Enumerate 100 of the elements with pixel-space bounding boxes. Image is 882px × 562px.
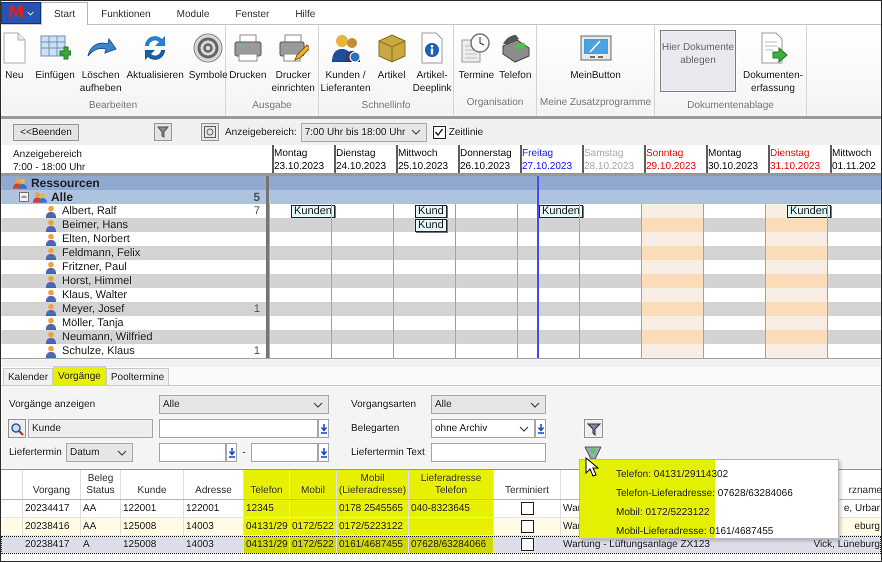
checkbox[interactable] [520, 520, 534, 533]
ribbon-tab[interactable]: Start [41, 2, 88, 25]
ribbon-button[interactable]: Symbole [186, 30, 230, 84]
search-button[interactable] [8, 419, 26, 438]
calendar-cell [641, 316, 703, 330]
group-label: Meine Zusatzprogramme [538, 96, 652, 110]
tool-icon[interactable] [584, 446, 602, 460]
arrow-down-icon [320, 424, 328, 434]
ribbon-button[interactable]: Artikel [374, 30, 410, 84]
column-header[interactable]: Kunde [138, 485, 166, 497]
range-dropdown[interactable]: 7:00 Uhr bis 18:00 Uhr [300, 122, 427, 142]
ribbon-button[interactable]: Neu [1, 30, 32, 84]
ribbon-tab[interactable]: Hilfe [282, 3, 328, 24]
calendar-cell [827, 330, 881, 344]
calendar-cell [827, 176, 881, 190]
types-dropdown[interactable]: Alle [431, 395, 546, 414]
ribbon-tab[interactable]: Funktionen [88, 3, 164, 24]
caret-icon [27, 10, 34, 16]
field-label: Liefertermin [8, 447, 63, 458]
resource-row[interactable]: Horst, Himmel [1, 274, 269, 288]
date-label: 26.10.2023 [460, 160, 512, 173]
weekday-label: Dienstag [336, 147, 376, 160]
tree-label: Alle [51, 190, 74, 204]
input-field[interactable] [159, 419, 318, 438]
date-field[interactable] [251, 443, 318, 462]
timeline-checkbox[interactable] [432, 126, 446, 138]
resource-row[interactable]: Feldmann, Felix [1, 246, 269, 260]
date-field[interactable] [159, 443, 226, 462]
person-icon [44, 218, 58, 232]
appointment[interactable]: Kunden [291, 204, 335, 218]
table-cell: War [563, 503, 581, 514]
ribbon-button[interactable]: Drucker einrichten [269, 30, 317, 97]
picker-button[interactable] [226, 443, 237, 462]
drop-zone[interactable]: Hier Dokumente ablegen [660, 30, 736, 92]
appointment[interactable]: Kunden [539, 204, 583, 218]
resource-row[interactable]: Meyer, Josef 1 [1, 302, 269, 316]
resource-name: Horst, Himmel [62, 275, 132, 287]
ribbon-button[interactable]: Dokumenten- erfassung [740, 30, 805, 97]
resource-row[interactable]: Beimer, Hans [1, 218, 269, 232]
column-header[interactable]: Beleg Status [86, 473, 115, 497]
person-icon [44, 204, 58, 218]
resource-name: Elten, Norbert [62, 233, 130, 245]
ribbon-button[interactable]: Artikel- Deeplink [410, 30, 454, 97]
field-label: Vorgangsarten [351, 399, 418, 410]
picker-button[interactable] [535, 419, 546, 438]
date-label: 28.10.2023 [584, 160, 636, 173]
ribbon-button[interactable]: Telefon [497, 30, 534, 84]
search-field-selector[interactable]: Kunde [28, 419, 153, 438]
group-label: Organisation [466, 96, 524, 110]
table-cell: 125008 [123, 539, 156, 550]
input-field[interactable] [431, 443, 546, 462]
ribbon-button[interactable]: Termine [456, 30, 496, 84]
printer-icon [232, 32, 264, 64]
resource-name: Neumann, Wilfried [62, 331, 152, 343]
ribbon-button[interactable]: Einfügen [33, 30, 77, 84]
column-header[interactable]: Vorgang [32, 485, 70, 497]
checkbox[interactable] [520, 538, 534, 551]
calendar-cell [331, 330, 393, 344]
tree-row[interactable]: Alle 5 [1, 190, 269, 204]
collapse-icon[interactable] [19, 192, 29, 202]
people-icon [33, 190, 47, 204]
resource-row[interactable]: Neumann, Wilfried [1, 330, 269, 344]
filter-button[interactable] [584, 419, 603, 438]
appointment[interactable]: Kund [415, 204, 447, 218]
picker-button[interactable] [318, 419, 329, 438]
ribbon-button[interactable]: Drucken [227, 30, 268, 84]
date-label: 01.11.202 [832, 160, 877, 173]
table-row[interactable]: 20238417 A 125008 14003 04131/29 0172/522 0161/4687455 07628/63284066 Wartung - Lüftungsanlage ZX123 Vick, Lüneburg [1, 536, 881, 554]
ribbon-tab[interactable]: Fenster [222, 3, 282, 24]
tab[interactable]: Vorgänge [53, 366, 106, 385]
tree-row[interactable]: Ressourcen [1, 176, 269, 190]
ribbon-button[interactable]: Löschen aufheben [78, 30, 124, 97]
date-mode-dropdown[interactable]: Datum [66, 443, 133, 462]
date-label: 29.10.2023 [646, 160, 698, 173]
column-header[interactable]: Terminiert [505, 485, 549, 497]
ribbon-button[interactable]: Kunden / Lieferanten [318, 30, 373, 97]
calendar-cell [269, 302, 331, 316]
tab[interactable]: Kalender [3, 368, 54, 385]
appointment[interactable]: Kund [415, 218, 447, 232]
count-label: 5 [253, 190, 260, 204]
ribbon-button[interactable]: MeinButton [568, 30, 623, 84]
filter-button[interactable] [154, 123, 172, 141]
appointment[interactable]: Kunden [787, 204, 831, 218]
options-button[interactable] [201, 123, 219, 141]
table-cell: 0172/522 [292, 539, 334, 550]
search-icon [10, 422, 24, 436]
person-icon [44, 232, 58, 246]
back-button[interactable]: <<Beenden [13, 124, 79, 140]
document-types-dropdown[interactable]: ohne Archiv [431, 419, 535, 438]
checkbox[interactable] [520, 502, 534, 515]
ribbon-tab[interactable]: Module [164, 3, 222, 24]
show-dropdown[interactable]: Alle [159, 395, 329, 414]
resource-name: Fritzner, Paul [62, 261, 127, 273]
ribbon-button[interactable]: Aktualisieren [124, 30, 186, 84]
tree-label: Ressourcen [31, 176, 100, 190]
column-header[interactable]: Adresse [195, 485, 232, 497]
calendar-cell [641, 274, 703, 288]
picker-button[interactable] [318, 443, 329, 462]
tab[interactable]: Pooltermine [106, 368, 170, 385]
funnel-icon [157, 126, 169, 138]
